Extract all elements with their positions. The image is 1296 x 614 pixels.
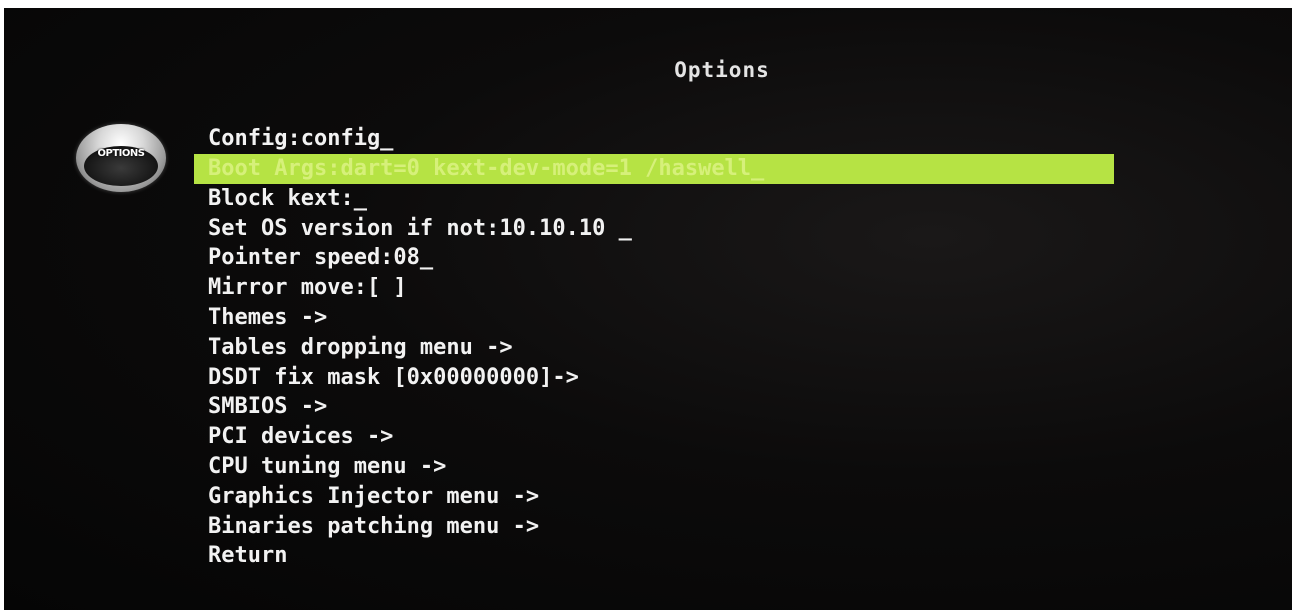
menu-item-pci-devices[interactable]: PCI devices -> [194, 422, 1114, 452]
options-menu: Config:config_ Boot Args:dart=0 kext-dev… [194, 124, 1114, 571]
menu-item-smbios[interactable]: SMBIOS -> [194, 392, 1114, 422]
menu-item-graphics-injector[interactable]: Graphics Injector menu -> [194, 482, 1114, 512]
menu-item-block-kext[interactable]: Block kext:_ [194, 184, 1114, 214]
menu-item-return[interactable]: Return [194, 541, 1114, 571]
options-logo-label: OPTIONS [97, 148, 145, 159]
menu-item-binaries-patching[interactable]: Binaries patching menu -> [194, 512, 1114, 542]
boot-screen: Options OPTIONS Config:config_ Boot Args… [4, 8, 1292, 610]
menu-item-tables-dropping[interactable]: Tables dropping menu -> [194, 333, 1114, 363]
options-logo-icon: OPTIONS [76, 124, 166, 192]
menu-item-cpu-tuning[interactable]: CPU tuning menu -> [194, 452, 1114, 482]
menu-item-pointer-speed[interactable]: Pointer speed:08_ [194, 243, 1114, 273]
menu-item-os-version[interactable]: Set OS version if not:10.10.10 _ [194, 214, 1114, 244]
menu-item-boot-args[interactable]: Boot Args:dart=0 kext-dev-mode=1 /haswel… [194, 153, 1114, 184]
menu-item-mirror-move[interactable]: Mirror move:[ ] [194, 273, 1114, 303]
menu-item-dsdt-fix-mask[interactable]: DSDT fix mask [0x00000000]-> [194, 363, 1114, 393]
menu-item-themes[interactable]: Themes -> [194, 303, 1114, 333]
menu-item-config[interactable]: Config:config_ [194, 124, 1114, 154]
page-title: Options [674, 58, 770, 82]
